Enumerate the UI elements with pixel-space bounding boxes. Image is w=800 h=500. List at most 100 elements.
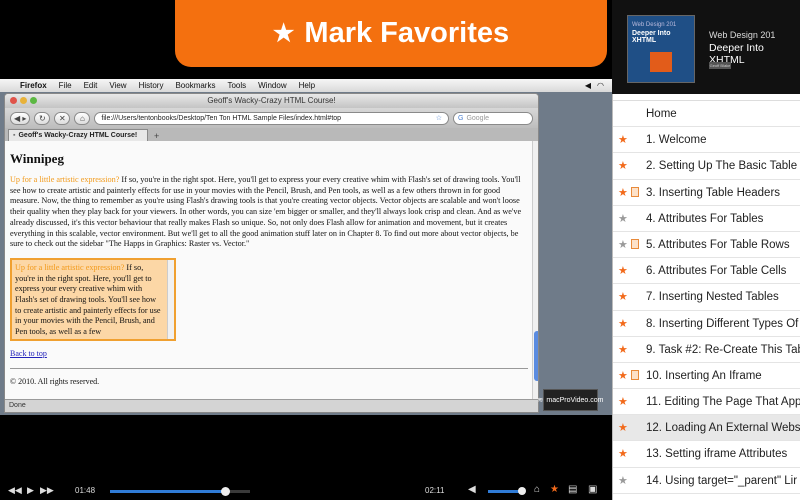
play-icon[interactable]: ▶: [27, 485, 34, 496]
volume-icon[interactable]: ◀︎: [468, 484, 476, 495]
course-header: Web Design 201 Deeper Into XHTML Web Des…: [612, 0, 800, 94]
menu-file[interactable]: File: [59, 81, 72, 90]
favorite-star-icon[interactable]: ★: [618, 369, 628, 382]
favorite-star-icon[interactable]: ★: [618, 421, 628, 434]
wifi-icon[interactable]: ◠: [597, 81, 604, 90]
fullscreen-icon[interactable]: ▣: [588, 484, 597, 495]
menu-window[interactable]: Window: [258, 81, 286, 90]
favorite-star-icon[interactable]: ★: [618, 290, 628, 303]
lesson-item[interactable]: ★ 3. Inserting Table Headers: [612, 180, 800, 206]
course-panel: Web Design 201 Deeper Into XHTML Web Des…: [612, 0, 800, 500]
close-button[interactable]: [10, 97, 17, 104]
lesson-item[interactable]: ★ 4. Attributes For Tables: [612, 206, 800, 232]
lesson-item[interactable]: ★ 9. Task #2: Re-Create This Tab: [612, 337, 800, 363]
new-tab-button[interactable]: +: [150, 131, 163, 141]
lesson-item[interactable]: ★ 2. Setting Up The Basic Table: [612, 153, 800, 180]
browser-toolbar: ◀ ▸ ↻ ✕ ⌂ file:///Users/tentonbooks/Desk…: [5, 108, 538, 128]
lesson-label: 12. Loading An External Webs: [646, 422, 800, 435]
menu-help[interactable]: Help: [299, 81, 315, 90]
favorite-star-icon[interactable]: ★: [618, 212, 628, 225]
lesson-item[interactable]: ★ 7. Inserting Nested Tables: [612, 284, 800, 311]
menu-history[interactable]: History: [139, 81, 164, 90]
favorite-star-icon[interactable]: ★: [618, 159, 628, 172]
favorite-star-icon[interactable]: ★: [550, 484, 559, 495]
menu-tools[interactable]: Tools: [227, 81, 246, 90]
skip-back-icon[interactable]: ◀◀: [8, 485, 22, 496]
favorite-star-icon[interactable]: ★: [618, 264, 628, 277]
progress-fill: [110, 490, 225, 493]
menubar-status-icons: ◀︎ ◠: [585, 81, 604, 90]
lesson-item[interactable]: ★ 10. Inserting An Iframe: [612, 363, 800, 390]
page-scrollbar[interactable]: [532, 141, 538, 399]
volume-knob[interactable]: [518, 487, 527, 495]
bookmark-star-icon[interactable]: ☆: [436, 114, 442, 122]
lesson-label: 3. Inserting Table Headers: [646, 186, 781, 199]
page-content: Winnipeg Up for a little artistic expres…: [5, 141, 538, 399]
volume-icon[interactable]: ◀︎: [585, 81, 591, 90]
favorite-star-icon[interactable]: ★: [618, 317, 628, 330]
scrollbar-thumb[interactable]: [534, 331, 538, 381]
favorite-star-icon[interactable]: ★: [618, 133, 628, 146]
lesson-label: 10. Inserting An Iframe: [646, 369, 762, 382]
home-icon[interactable]: ⌂: [534, 484, 540, 495]
progress-knob[interactable]: [220, 487, 230, 496]
lesson-item[interactable]: ★ 12. Loading An External Webs: [612, 415, 800, 442]
end-time: 02:11: [425, 486, 445, 495]
lesson-item[interactable]: ★ 5. Attributes For Table Rows: [612, 232, 800, 259]
favorite-star-icon[interactable]: ★: [618, 447, 628, 460]
window-title: Geoff's Wacky-Crazy HTML Course!: [207, 96, 336, 105]
note-icon: [631, 238, 639, 249]
browser-titlebar: Geoff's Wacky-Crazy HTML Course!: [5, 94, 538, 108]
tab-active[interactable]: ▪ Geoff's Wacky-Crazy HTML Course!: [8, 129, 148, 141]
lesson-list: Home ★ 1. Welcome ★ 2. Setting Up The Basic …: [612, 100, 800, 500]
favorite-star-icon[interactable]: ★: [618, 186, 628, 199]
lesson-item[interactable]: Home: [612, 101, 800, 128]
search-field[interactable]: G Google: [453, 111, 533, 125]
url-text: file:///Users/tentonbooks/Desktop/Ten To…: [101, 114, 342, 122]
tab-bar: ▪ Geoff's Wacky-Crazy HTML Course! +: [5, 128, 538, 141]
box-scrollbar[interactable]: [167, 259, 174, 339]
scroll-box[interactable]: Up for a little artistic expression? If …: [10, 257, 176, 341]
box-body: If so, you're in the right spot. Here, y…: [15, 262, 161, 337]
lesson-item[interactable]: ★ 1. Welcome: [612, 127, 800, 154]
menu-view[interactable]: View: [109, 81, 126, 90]
menu-app-name[interactable]: Firefox: [20, 81, 47, 90]
back-button[interactable]: ◀ ▸: [10, 111, 31, 125]
lesson-item[interactable]: ★ 8. Inserting Different Types Of: [612, 311, 800, 337]
tab-label: Geoff's Wacky-Crazy HTML Course!: [18, 132, 138, 139]
lesson-label: 8. Inserting Different Types Of: [646, 317, 799, 330]
menu-edit[interactable]: Edit: [84, 81, 98, 90]
lesson-label: 7. Inserting Nested Tables: [646, 291, 779, 304]
player-controls: ◀◀ ▶ ▶▶ 01:48 02:11 ◀︎ ⌂ ★ ▤ ▣: [0, 482, 612, 500]
lesson-item[interactable]: ★ 6. Attributes For Table Cells: [612, 258, 800, 285]
lesson-item[interactable]: ★ 13. Setting iframe Attributes: [612, 441, 800, 468]
lesson-label: 9. Task #2: Re-Create This Tab: [646, 343, 800, 356]
back-to-top-link[interactable]: Back to top: [10, 349, 528, 358]
browser-window: Geoff's Wacky-Crazy HTML Course! ◀ ▸ ↻ ✕…: [4, 93, 539, 413]
note-icon: [631, 369, 639, 380]
window-controls: [10, 97, 37, 104]
notes-icon[interactable]: ▤: [568, 484, 577, 495]
lesson-label: 2. Setting Up The Basic Table: [646, 160, 798, 173]
tab-favicon-icon: ▪: [13, 132, 16, 139]
lesson-item[interactable]: ★ 14. Using target="_parent" Lir: [612, 468, 800, 494]
menu-bookmarks[interactable]: Bookmarks: [175, 81, 215, 90]
favorite-star-icon[interactable]: ★: [618, 238, 628, 251]
google-icon: G: [458, 114, 464, 122]
favorite-star-icon[interactable]: ★: [618, 395, 628, 408]
minimize-button[interactable]: [20, 97, 27, 104]
paragraph-lead: Up for a little artistic expression?: [10, 175, 120, 184]
course-series: Web Design 201: [709, 30, 776, 40]
stop-button[interactable]: ✕: [54, 111, 71, 125]
macprovideo-logo: ≋ macProVideo.com: [538, 389, 603, 411]
favorite-star-icon[interactable]: ★: [618, 474, 628, 487]
lesson-item[interactable]: ★ 11. Editing The Page That App: [612, 389, 800, 416]
url-field[interactable]: file:///Users/tentonbooks/Desktop/Ten To…: [94, 111, 449, 125]
favorite-star-icon[interactable]: ★: [618, 343, 628, 356]
reload-button[interactable]: ↻: [34, 111, 51, 125]
course-cover-image: Web Design 201 Deeper Into XHTML: [627, 15, 695, 83]
home-button[interactable]: ⌂: [74, 111, 91, 125]
video-area[interactable]: ★ Mark Favorites Firefox File Edit View …: [0, 0, 612, 500]
zoom-button[interactable]: [30, 97, 37, 104]
skip-forward-icon[interactable]: ▶▶: [40, 485, 54, 496]
